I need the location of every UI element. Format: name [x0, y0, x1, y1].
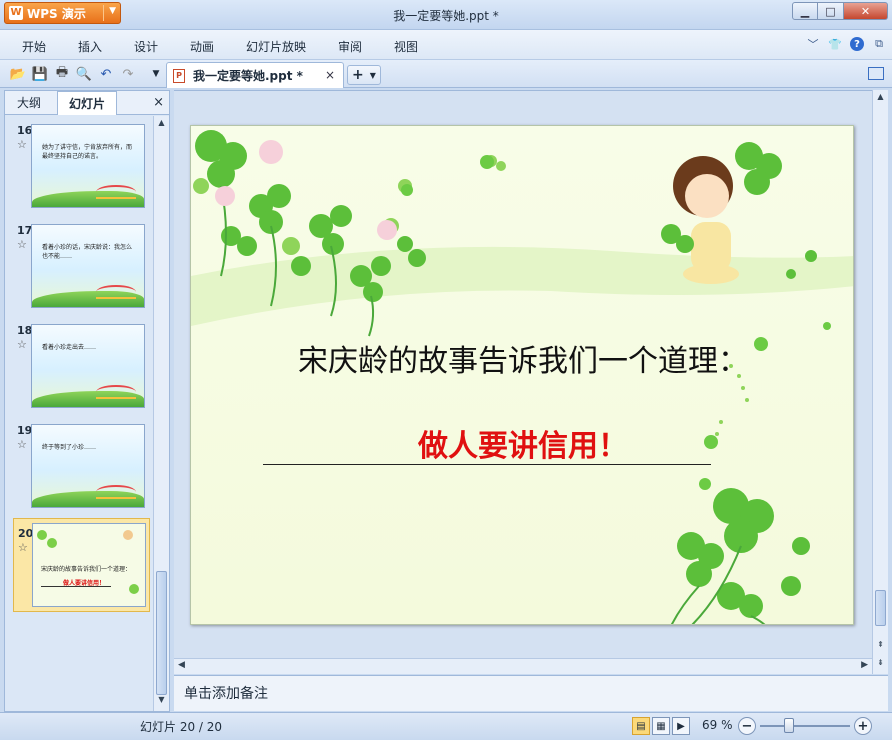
zoom-level: 69 %	[702, 718, 733, 732]
title-bar: W WPS 演示 ▼ 我一定要等她.ppt * ▁ □ ✕	[0, 0, 892, 30]
status-bar: 幻灯片 20 / 20 ▤ ▦ ▶ 69 % − +	[0, 712, 892, 740]
open-folder-icon[interactable]: 📂	[10, 66, 26, 82]
menu-animation[interactable]: 动画	[190, 38, 214, 55]
tab-outline[interactable]: 大纲	[5, 91, 53, 115]
slideshow-icon[interactable]: ▶	[672, 717, 690, 735]
slide-sorter-icon[interactable]: ▦	[652, 717, 670, 735]
thumbnail-text: 看着小珍的话，宋庆龄说：我怎么也不能……	[42, 244, 133, 260]
slide-thumbnail-list: 16 ☆ 她为了讲守信，宁肯放弃所有，而最终坚持自己的诺言。 17 ☆ 看着小珍…	[5, 116, 153, 711]
zoom-in-button[interactable]: +	[854, 717, 872, 735]
current-slide[interactable]: 宋庆龄的故事告诉我们一个道理： 做人要讲信用！	[190, 125, 854, 625]
close-window-button[interactable]: ✕	[844, 2, 888, 20]
menu-bar: 开始 插入 设计 动画 幻灯片放映 审阅 视图 ﹀ 👕 ? ⧉	[0, 30, 892, 60]
plus-icon: +	[352, 67, 364, 83]
help-icon[interactable]: ?	[850, 37, 864, 51]
slide-thumbnail-image: 看着小珍走出去……	[31, 324, 145, 408]
scroll-down-icon[interactable]: ▼	[154, 695, 169, 709]
scroll-up-icon[interactable]: ▲	[873, 92, 888, 101]
slide-thumbnail-16[interactable]: 16 ☆ 她为了讲守信，宁肯放弃所有，而最终坚持自己的诺言。	[5, 116, 153, 210]
close-tab-icon[interactable]: ×	[325, 68, 335, 82]
undo-icon[interactable]: ↶	[98, 66, 114, 82]
animation-star-icon: ☆	[17, 338, 27, 351]
ppt-file-icon: P	[173, 68, 185, 83]
slide-title[interactable]: 宋庆龄的故事告诉我们一个道理：	[191, 336, 853, 380]
scroll-left-icon[interactable]: ◀	[178, 660, 185, 670]
chevron-down-icon[interactable]: ▼	[370, 71, 376, 80]
menu-view[interactable]: 视图	[394, 38, 418, 55]
animation-star-icon: ☆	[18, 541, 28, 554]
print-icon[interactable]: 🖶	[54, 65, 70, 82]
zoom-out-button[interactable]: −	[738, 717, 756, 735]
print-preview-icon[interactable]: 🔍	[76, 66, 92, 82]
window-title: 我一定要等她.ppt *	[393, 9, 499, 23]
slide-thumbnail-image: 看着小珍的话，宋庆龄说：我怎么也不能……	[31, 224, 145, 308]
close-panel-icon[interactable]: ×	[153, 95, 164, 110]
slide-thumbnail-image: 她为了讲守信，宁肯放弃所有，而最终坚持自己的诺言。	[31, 124, 145, 208]
notes-placeholder: 单击添加备注	[184, 686, 268, 702]
slide-thumbnail-image: 宋庆龄的故事告诉我们一个道理： 做人要讲信用！	[32, 523, 146, 607]
slides-panel-scrollbar[interactable]: ▲ ▼	[153, 116, 169, 711]
animation-star-icon: ☆	[17, 238, 27, 251]
customize-toolbar-icon[interactable]: ▼	[148, 66, 164, 82]
quick-access-toolbar: 📂 💾 🖶 🔍 ↶ ↷ ▼ P 我一定要等她.ppt * × + ▼	[0, 60, 892, 88]
scroll-up-icon[interactable]: ▲	[154, 118, 169, 132]
menu-home[interactable]: 开始	[22, 38, 46, 55]
slide-subtitle[interactable]: 做人要讲信用！	[191, 421, 853, 465]
save-icon[interactable]: 💾	[32, 66, 48, 82]
menu-insert[interactable]: 插入	[78, 38, 102, 55]
redo-icon[interactable]: ↷	[120, 66, 136, 82]
thumbnail-text: 看着小珍走出去……	[42, 344, 97, 351]
slide-thumbnail-image: 终于等到了小珍……	[31, 424, 145, 508]
thumbnail-text: 宋庆龄的故事告诉我们一个道理：	[41, 566, 132, 573]
notes-pane[interactable]: 单击添加备注	[174, 675, 888, 711]
thumbnail-text: 她为了讲守信，宁肯放弃所有，而最终坚持自己的诺言。	[42, 144, 133, 160]
next-slide-icon[interactable]: ⇟	[873, 658, 888, 667]
tab-slides[interactable]: 幻灯片	[57, 91, 117, 115]
slide-counter: 幻灯片 20 / 20	[140, 720, 223, 734]
scroll-right-icon[interactable]: ▶	[861, 660, 868, 670]
doc-tab-active[interactable]: P 我一定要等她.ppt * ×	[166, 62, 344, 88]
prev-slide-icon[interactable]: ⇞	[873, 640, 888, 649]
zoom-slider-handle[interactable]	[784, 718, 794, 733]
restore-ribbon-icon[interactable]: ⧉	[872, 37, 886, 51]
window-layout-icon[interactable]	[868, 67, 884, 80]
animation-star-icon: ☆	[17, 438, 27, 451]
menu-slideshow[interactable]: 幻灯片放映	[246, 38, 306, 55]
normal-view-icon[interactable]: ▤	[632, 717, 650, 735]
slide-thumbnail-17[interactable]: 17 ☆ 看着小珍的话，宋庆龄说：我怎么也不能……	[5, 216, 153, 310]
skin-icon[interactable]: 👕	[828, 37, 842, 51]
slide-editor: 宋庆龄的故事告诉我们一个道理： 做人要讲信用！	[174, 90, 872, 658]
zoom-slider-track[interactable]	[760, 725, 850, 727]
menu-design[interactable]: 设计	[134, 38, 158, 55]
vertical-scrollbar[interactable]: ▲ ⇞ ⇟	[872, 90, 888, 674]
scrollbar-thumb[interactable]	[875, 590, 886, 626]
minimize-button[interactable]: ▁	[792, 2, 818, 20]
slide-thumbnail-18[interactable]: 18 ☆ 看着小珍走出去……	[5, 316, 153, 410]
slide-thumbnail-20-selected[interactable]: 20 ☆ 宋庆龄的故事告诉我们一个道理： 做人要讲信用！	[13, 518, 150, 612]
menu-review[interactable]: 审阅	[338, 38, 362, 55]
slides-panel: 大纲 幻灯片 × 16 ☆ 她为了讲守信，宁肯放弃所有，而最终坚持自己的诺言。 …	[4, 90, 170, 712]
slide-thumbnail-19[interactable]: 19 ☆ 终于等到了小珍……	[5, 416, 153, 510]
underline-rule	[263, 464, 711, 465]
doc-tab-label: 我一定要等她.ppt *	[193, 69, 303, 83]
chevron-down-icon[interactable]: ﹀	[806, 37, 820, 51]
scrollbar-thumb[interactable]	[156, 571, 167, 695]
maximize-button[interactable]: □	[818, 2, 844, 20]
new-tab-button[interactable]: + ▼	[347, 65, 381, 85]
animation-star-icon: ☆	[17, 138, 27, 151]
horizontal-scrollbar[interactable]: ◀ ▶	[174, 658, 872, 674]
thumbnail-text: 终于等到了小珍……	[42, 444, 97, 451]
